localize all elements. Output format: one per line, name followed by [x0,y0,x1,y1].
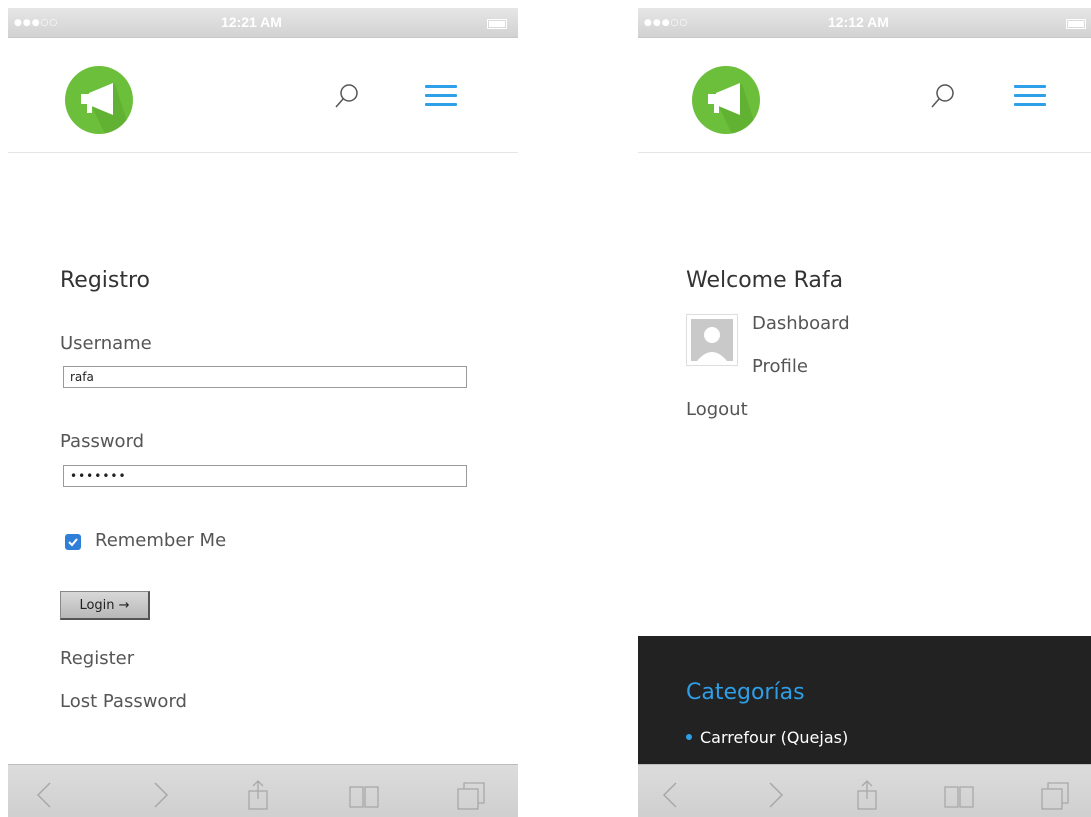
password-label: Password [60,431,145,452]
bullet-icon [686,733,692,740]
signal-icon: ●●●○○ [644,18,689,28]
category-item-label[interactable]: Carrefour (Quejas) [700,728,848,747]
megaphone-logo-icon[interactable] [692,66,760,134]
megaphone-logo-icon[interactable] [65,66,133,134]
footer-widget: Categorías Carrefour (Quejas) [638,636,1091,766]
battery-icon [487,19,507,29]
status-time: 12:21 AM [221,14,282,30]
welcome-title: Welcome Rafa [686,268,844,293]
lost-password-link[interactable]: Lost Password [60,691,187,712]
page-title: Registro [60,268,151,293]
back-icon[interactable] [656,779,688,811]
back-icon[interactable] [30,779,62,811]
avatar-placeholder-icon [691,319,733,361]
register-link[interactable]: Register [60,648,134,669]
status-bar: ●●●○○ 12:12 AM [638,8,1091,38]
browser-toolbar [8,764,518,817]
login-button[interactable]: Login → [60,591,150,620]
browser-toolbar [638,764,1091,817]
status-time: 12:12 AM [828,14,889,30]
site-header [638,38,1091,153]
forward-icon[interactable] [758,779,790,811]
username-label: Username [60,333,152,354]
logout-link[interactable]: Logout [686,399,748,420]
remember-me-checkbox[interactable] [65,534,81,550]
site-header [8,38,518,153]
forward-icon[interactable] [143,779,175,811]
signal-icon: ●●●○○ [14,18,59,28]
remember-me-label[interactable]: Remember Me [95,530,226,551]
search-icon[interactable] [332,81,362,111]
categories-title: Categorías [686,680,805,705]
bookmarks-icon[interactable] [348,779,380,811]
password-input[interactable]: ••••••• [63,465,467,487]
avatar [686,314,738,366]
share-icon[interactable] [242,779,274,811]
phone-screen-welcome: ●●●○○ 12:12 AM Welcome Rafa Dashboard Pr… [638,0,1091,817]
hamburger-menu-icon[interactable] [1014,81,1048,111]
profile-link[interactable]: Profile [752,356,808,377]
dashboard-link[interactable]: Dashboard [752,313,850,334]
tabs-icon[interactable] [1040,779,1072,811]
tabs-icon[interactable] [456,779,488,811]
search-icon[interactable] [928,81,958,111]
phone-screen-login: ●●●○○ 12:21 AM Registro Username rafa Pa… [8,0,518,817]
share-icon[interactable] [851,779,883,811]
category-item[interactable]: Carrefour (Quejas) [686,728,848,747]
checkbox-checked-icon [68,538,78,547]
bookmarks-icon[interactable] [943,779,975,811]
username-input[interactable]: rafa [63,366,467,388]
battery-icon [1066,19,1086,29]
status-bar: ●●●○○ 12:21 AM [8,8,518,38]
hamburger-menu-icon[interactable] [425,81,459,111]
